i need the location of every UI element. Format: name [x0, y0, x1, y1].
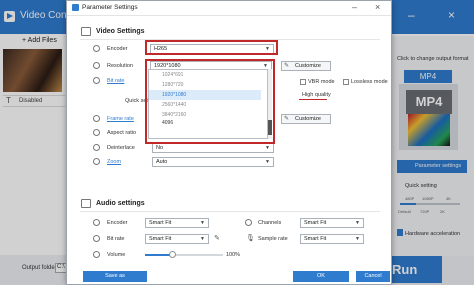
save-as-button[interactable]: Save as — [83, 271, 147, 282]
resolution-icon — [93, 62, 100, 69]
audio-encoder-value: Smart Fit — [149, 220, 172, 226]
channels-label: Channels — [258, 220, 282, 226]
video-encoder-label: Encoder — [107, 46, 128, 52]
zoom-icon — [93, 158, 100, 165]
deinterlace-label: Deinterlace — [107, 145, 135, 151]
zoom-select[interactable]: Auto ▼ — [152, 157, 274, 167]
microphone-icon: 🎙 — [246, 235, 255, 242]
audio-settings-icon — [81, 199, 91, 208]
lossless-mode-label: Lossless mode — [351, 79, 388, 85]
zoom-label[interactable]: Zoom — [107, 159, 121, 165]
cancel-button[interactable]: Cancel — [356, 271, 390, 282]
dialog-minimize-button[interactable]: – — [352, 2, 357, 12]
encoder-highlight — [145, 40, 278, 55]
audio-bitrate-label: Bit rate — [107, 236, 125, 242]
volume-icon — [93, 251, 100, 258]
video-settings-icon — [81, 27, 91, 36]
zoom-value: Auto — [156, 159, 168, 165]
dialog-close-button[interactable]: × — [375, 2, 380, 12]
volume-slider-fill — [145, 254, 172, 256]
audio-bitrate-icon — [93, 235, 100, 242]
audio-encoder-select[interactable]: Smart Fit ▼ — [145, 218, 209, 228]
chevron-down-icon: ▼ — [200, 236, 205, 242]
channels-select[interactable]: Smart Fit ▼ — [300, 218, 364, 228]
volume-slider-knob[interactable] — [169, 251, 176, 258]
resolution-highlight — [145, 59, 275, 144]
video-bitrate-label[interactable]: Bit rate — [107, 78, 124, 84]
sample-rate-select[interactable]: Smart Fit ▼ — [300, 234, 364, 244]
vbr-mode-label: VBR mode — [308, 79, 335, 85]
divider — [80, 211, 380, 212]
deinterlace-icon — [93, 144, 100, 151]
chevron-down-icon: ▼ — [265, 145, 270, 151]
audio-bitrate-select[interactable]: Smart Fit ▼ — [145, 234, 209, 244]
aspect-ratio-label: Aspect ratio — [107, 130, 137, 136]
audio-encoder-icon — [93, 219, 100, 226]
dialog-title: Parameter Settings — [82, 4, 138, 11]
channels-value: Smart Fit — [304, 220, 327, 226]
deinterlace-value: No — [156, 145, 164, 151]
sample-rate-value: Smart Fit — [304, 236, 327, 242]
framerate-icon — [93, 115, 100, 122]
resolution-label: Resolution — [107, 63, 133, 69]
video-settings-title: Video Settings — [96, 28, 145, 35]
deinterlace-select[interactable]: No ▼ — [152, 143, 274, 153]
ok-button[interactable]: OK — [293, 271, 349, 282]
pencil-icon[interactable]: ✎ — [214, 234, 220, 242]
encoder-icon — [93, 45, 100, 52]
audio-settings-title: Audio settings — [96, 200, 145, 207]
vbr-mode-checkbox[interactable] — [300, 79, 306, 85]
bitrate-icon — [93, 77, 100, 84]
pencil-icon: ✎ — [284, 116, 290, 122]
high-quality-marker — [299, 99, 327, 100]
chevron-down-icon: ▼ — [265, 159, 270, 165]
chevron-down-icon: ▼ — [355, 220, 360, 226]
sample-rate-label: Sample rate — [258, 236, 288, 242]
aspect-ratio-icon — [93, 129, 100, 136]
volume-label: Volume — [107, 252, 126, 258]
lossless-mode-checkbox[interactable] — [343, 79, 349, 85]
audio-encoder-label: Encoder — [107, 220, 128, 226]
chevron-down-icon: ▼ — [200, 220, 205, 226]
settings-icon — [72, 4, 79, 11]
audio-bitrate-value: Smart Fit — [149, 236, 172, 242]
channels-icon — [245, 219, 252, 226]
volume-value: 100% — [226, 252, 241, 258]
high-quality-label: High quality — [302, 92, 331, 98]
framerate-label[interactable]: Frame rate — [107, 116, 134, 122]
chevron-down-icon: ▼ — [355, 236, 360, 242]
pencil-icon: ✎ — [284, 63, 290, 69]
